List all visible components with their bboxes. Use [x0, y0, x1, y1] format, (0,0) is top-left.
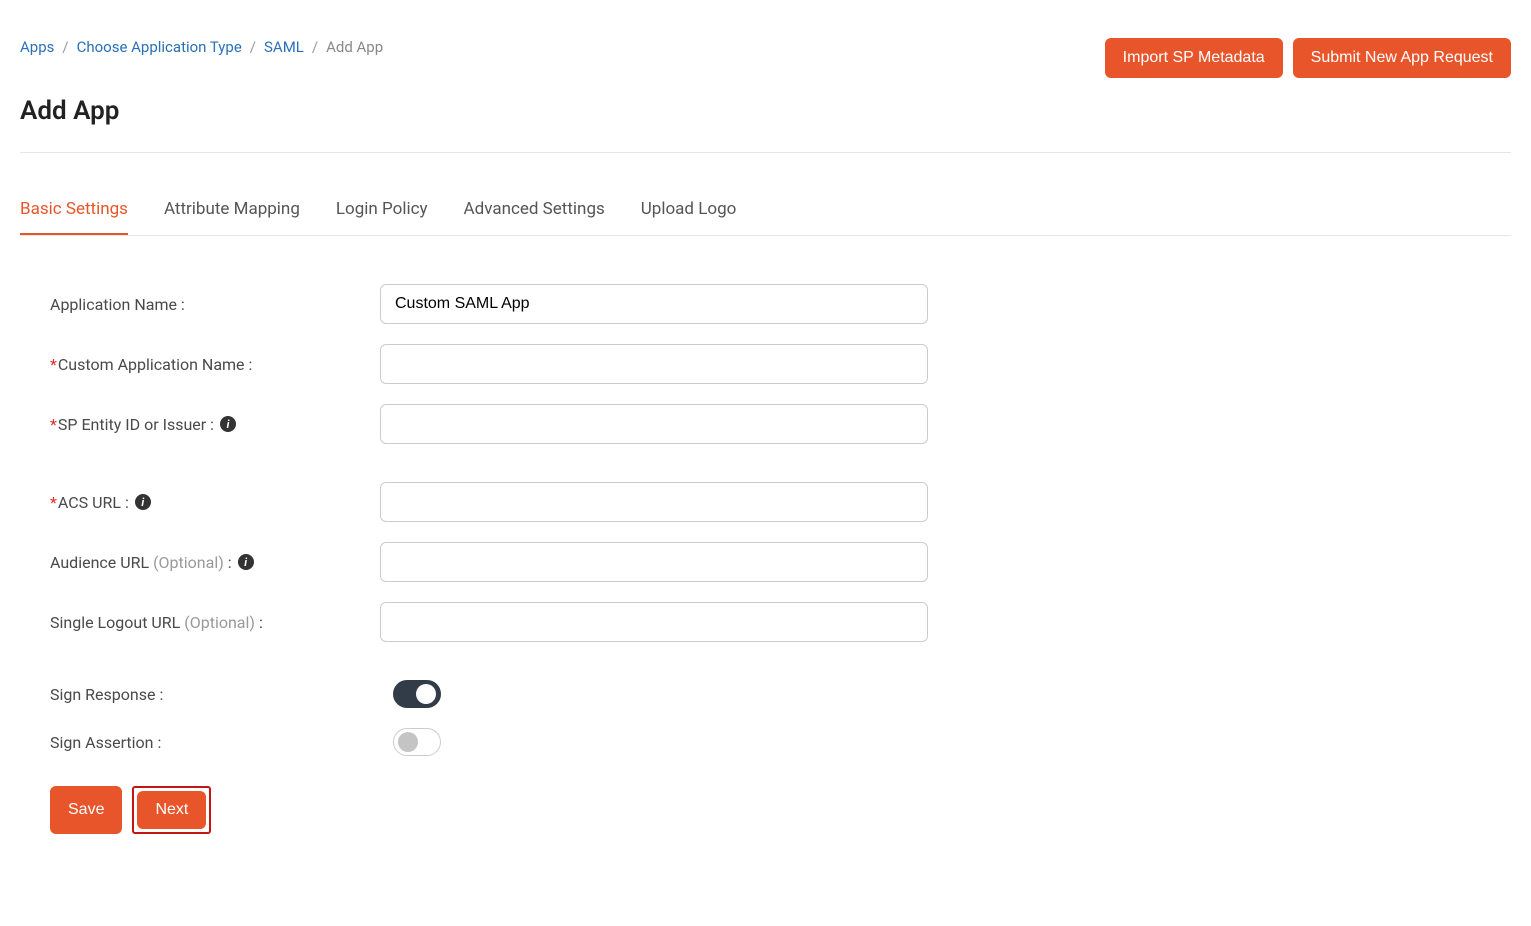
breadcrumb-link-saml[interactable]: SAML — [264, 38, 304, 56]
import-sp-metadata-button[interactable]: Import SP Metadata — [1105, 38, 1283, 78]
sign-assertion-label: Sign Assertion : — [50, 733, 380, 752]
tab-upload-logo[interactable]: Upload Logo — [641, 193, 737, 235]
divider — [20, 152, 1511, 153]
tab-login-policy[interactable]: Login Policy — [336, 193, 428, 235]
sign-response-label: Sign Response : — [50, 685, 380, 704]
audience-url-input[interactable] — [380, 542, 928, 582]
breadcrumb-separator: / — [62, 38, 68, 56]
custom-app-name-label: *Custom Application Name : — [50, 355, 380, 374]
breadcrumb: Apps / Choose Application Type / SAML / … — [20, 20, 383, 56]
basic-settings-form: Application Name : *Custom Application N… — [20, 284, 1511, 834]
tabs: Basic Settings Attribute Mapping Login P… — [20, 193, 1511, 236]
audience-url-label: Audience URL (Optional) : i — [50, 553, 380, 572]
next-button-highlight: Next — [132, 786, 211, 834]
application-name-label: Application Name : — [50, 295, 380, 314]
tab-attribute-mapping[interactable]: Attribute Mapping — [164, 193, 300, 235]
breadcrumb-separator: / — [312, 38, 318, 56]
acs-url-input[interactable] — [380, 482, 928, 522]
submit-new-app-request-button[interactable]: Submit New App Request — [1293, 38, 1511, 78]
save-button[interactable]: Save — [50, 786, 122, 834]
page-title: Add App — [20, 96, 1511, 126]
acs-url-label: *ACS URL : i — [50, 493, 380, 512]
application-name-input[interactable] — [380, 284, 928, 324]
tab-advanced-settings[interactable]: Advanced Settings — [464, 193, 605, 235]
info-icon[interactable]: i — [220, 416, 236, 432]
sign-assertion-toggle[interactable] — [393, 728, 441, 756]
toggle-knob — [416, 684, 436, 704]
sp-entity-label: *SP Entity ID or Issuer : i — [50, 415, 380, 434]
next-button[interactable]: Next — [137, 791, 206, 829]
breadcrumb-current: Add App — [326, 38, 383, 56]
toggle-knob — [398, 732, 418, 752]
custom-app-name-input[interactable] — [380, 344, 928, 384]
tab-basic-settings[interactable]: Basic Settings — [20, 193, 128, 235]
breadcrumb-separator: / — [250, 38, 256, 56]
breadcrumb-link-choose-type[interactable]: Choose Application Type — [77, 38, 242, 56]
breadcrumb-link-apps[interactable]: Apps — [20, 38, 54, 56]
sp-entity-input[interactable] — [380, 404, 928, 444]
single-logout-label: Single Logout URL (Optional) : — [50, 613, 380, 632]
info-icon[interactable]: i — [238, 554, 254, 570]
sign-response-toggle[interactable] — [393, 680, 441, 708]
single-logout-input[interactable] — [380, 602, 928, 642]
info-icon[interactable]: i — [135, 494, 151, 510]
